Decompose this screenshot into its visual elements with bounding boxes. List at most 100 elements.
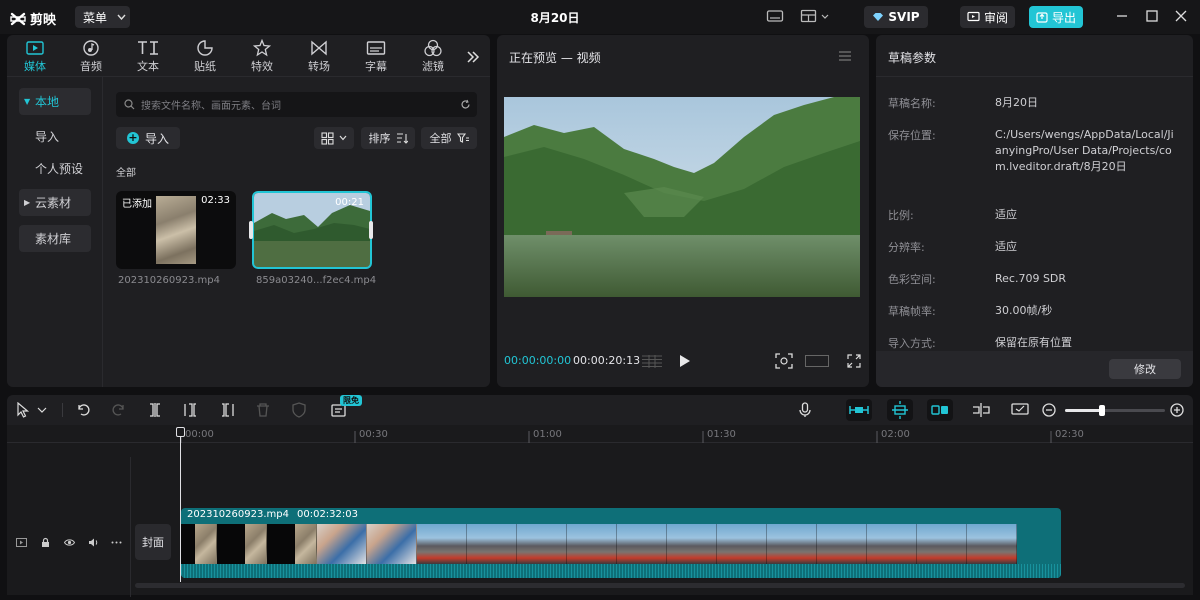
track-video-icon[interactable]: [16, 537, 27, 548]
review-button[interactable]: 审阅: [960, 6, 1015, 28]
filter-icon: [424, 39, 442, 57]
tab-transition[interactable]: 转场: [299, 39, 339, 74]
nav-library[interactable]: 素材库: [19, 225, 91, 252]
nav-cloud[interactable]: ▶ 云素材: [19, 189, 91, 216]
zoom-slider-handle[interactable]: [1099, 405, 1105, 416]
zoom-in-icon[interactable]: [1169, 402, 1185, 418]
media-search-input[interactable]: 搜索文件名称、画面元素、台词: [116, 92, 477, 117]
clip-frame: [317, 524, 367, 564]
nav-import[interactable]: 导入: [19, 123, 91, 150]
import-button[interactable]: + 导入: [116, 127, 180, 149]
linkage-toggle[interactable]: [887, 399, 913, 421]
play-icon[interactable]: [679, 354, 691, 368]
trim-right-icon[interactable]: [219, 402, 235, 418]
chevron-down-icon: [339, 135, 347, 141]
prop-value: 8月20日: [995, 96, 1038, 109]
nav-cloud-label: 云素材: [35, 196, 72, 210]
refresh-icon[interactable]: [460, 99, 471, 110]
tab-sticker-label: 贴纸: [194, 60, 216, 73]
keyboard-shortcut-icon[interactable]: [766, 8, 784, 24]
clip-frame: [717, 524, 767, 564]
divider: [876, 76, 1193, 77]
tab-media[interactable]: 媒体: [15, 39, 55, 74]
view-mode-button[interactable]: [314, 127, 354, 149]
tab-text[interactable]: 文本: [128, 39, 168, 74]
clip-drag-handle-left[interactable]: [249, 221, 253, 239]
media-clip-card[interactable]: 已添加 02:33: [116, 191, 236, 269]
filter-all-button[interactable]: 全部: [421, 127, 477, 149]
more-tabs-icon[interactable]: [466, 50, 480, 64]
redo-icon[interactable]: [111, 402, 127, 418]
lock-icon[interactable]: [40, 537, 51, 548]
timeline-clip-duration: 00:02:32:03: [296, 509, 358, 520]
microphone-icon[interactable]: [797, 402, 813, 418]
clip-drag-handle-right[interactable]: [369, 221, 373, 239]
trim-left-icon[interactable]: [183, 402, 199, 418]
video-preview[interactable]: [504, 97, 860, 297]
timeline-clip[interactable]: 202310260923.mp4 00:02:32:03: [181, 508, 1061, 578]
svip-button[interactable]: SVIP: [864, 6, 928, 28]
section-all-label: 全部: [116, 168, 136, 179]
draft-properties-panel: 草稿参数 草稿名称: 8月20日 保存位置: C:/Users/wengs/Ap…: [876, 35, 1193, 387]
nav-personal-preset-label: 个人预设: [35, 162, 84, 176]
clip-filename: 859a03240...f2ec4.mp4: [256, 275, 377, 286]
preview-quality-icon[interactable]: [1011, 402, 1029, 418]
timeline-scrollbar[interactable]: [135, 583, 1185, 588]
layout-icon[interactable]: [800, 8, 830, 24]
modify-button[interactable]: 修改: [1109, 359, 1181, 379]
clip-frame: [181, 524, 195, 564]
playhead-handle[interactable]: [176, 427, 185, 437]
shield-icon[interactable]: [291, 402, 307, 418]
timeline-toolbar: 限免: [7, 395, 1193, 425]
tab-text-label: 文本: [137, 60, 159, 73]
undo-icon[interactable]: [75, 402, 91, 418]
sort-button[interactable]: 排序: [361, 127, 415, 149]
minimize-icon[interactable]: [1115, 9, 1129, 23]
clip-frame: [295, 524, 317, 564]
review-icon: [967, 11, 980, 22]
text-icon: [138, 41, 158, 55]
transition-icon: [311, 40, 327, 56]
nav-local-label: 本地: [35, 95, 60, 109]
nav-personal-preset[interactable]: 个人预设: [19, 155, 91, 182]
tab-sticker[interactable]: 贴纸: [185, 39, 225, 74]
chevron-down-icon[interactable]: [37, 402, 47, 418]
svip-label: SVIP: [888, 10, 920, 24]
split-icon[interactable]: [147, 402, 163, 418]
nav-local[interactable]: ▼ 本地: [19, 88, 91, 115]
export-button[interactable]: 导出: [1029, 6, 1083, 28]
select-cursor-icon[interactable]: [15, 402, 31, 418]
clip-duration: 00:21: [335, 197, 364, 208]
tab-filter-label: 滤镜: [422, 60, 444, 73]
tab-effects[interactable]: 特效: [242, 39, 282, 74]
timeline[interactable]: 00:00 00:30 01:00 01:30 02:00 02:30 封面 2…: [7, 425, 1193, 597]
cover-button[interactable]: 封面: [135, 524, 171, 560]
screenshot-icon[interactable]: [775, 353, 793, 369]
more-options-icon[interactable]: [111, 537, 122, 548]
media-panel: 媒体 音频 文本 贴纸 特效 转场 字幕 滤镜 ▼ 本地 导入 个人预设 ▶ 云…: [7, 35, 490, 387]
close-icon[interactable]: [1174, 9, 1188, 23]
timeline-grid-icon[interactable]: [641, 354, 663, 368]
zoom-out-icon[interactable]: [1041, 402, 1057, 418]
media-clip-card-selected[interactable]: 00:21: [252, 191, 372, 269]
track-header-divider: [130, 457, 131, 597]
maximize-icon[interactable]: [1145, 9, 1159, 23]
free-badge: 限免: [340, 395, 362, 406]
eye-icon[interactable]: [64, 537, 75, 548]
review-label: 审阅: [983, 10, 1008, 25]
tab-subtitle[interactable]: 字幕: [356, 39, 396, 74]
zoom-slider[interactable]: [1065, 405, 1165, 416]
split-view-icon[interactable]: [971, 402, 991, 418]
timeline-clip-name: 202310260923.mp4: [187, 509, 289, 520]
plus-icon: +: [126, 131, 139, 144]
preview-menu-icon[interactable]: [838, 50, 852, 62]
tab-audio[interactable]: 音频: [71, 39, 111, 74]
aspect-ratio-icon[interactable]: [805, 355, 829, 367]
tab-filter[interactable]: 滤镜: [413, 39, 453, 74]
preview-axis-toggle[interactable]: [927, 399, 953, 421]
prop-label: 保存位置:: [888, 129, 936, 142]
delete-icon[interactable]: [255, 402, 271, 418]
auto-snap-toggle[interactable]: [846, 399, 872, 421]
fullscreen-icon[interactable]: [847, 354, 861, 368]
volume-icon[interactable]: [88, 537, 99, 548]
